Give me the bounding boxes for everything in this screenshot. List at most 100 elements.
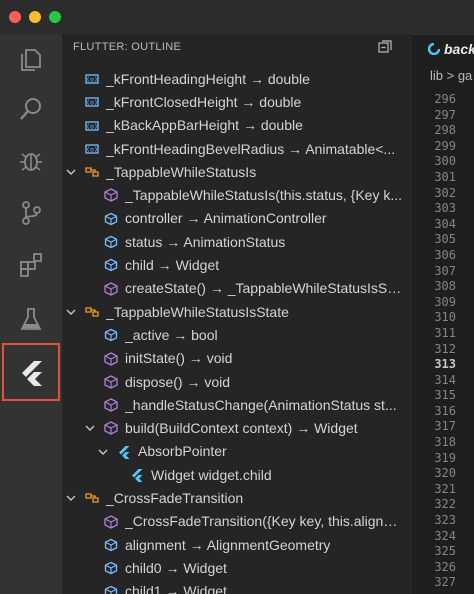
outline-item[interactable]: (o) _kFrontHeadingBevelRadius → Animatabl… bbox=[62, 137, 412, 160]
testing-button[interactable] bbox=[0, 293, 62, 345]
outline-item-label: child → Widget bbox=[125, 257, 220, 274]
field-icon: (o) bbox=[84, 71, 100, 87]
outline-item[interactable]: Widget widget.child bbox=[62, 463, 412, 486]
breadcrumb-text[interactable]: lib > ga bbox=[430, 68, 472, 83]
outline-item-label: AbsorbPointer bbox=[138, 443, 227, 460]
line-number: 304 bbox=[434, 216, 456, 231]
chevron-down-icon[interactable] bbox=[64, 165, 78, 179]
line-number: 302 bbox=[434, 185, 456, 200]
collapse-all-icon[interactable] bbox=[378, 40, 392, 54]
search-icon bbox=[20, 98, 41, 120]
breadcrumb: lib > ga bbox=[412, 64, 474, 88]
line-number: 319 bbox=[434, 450, 456, 465]
chevron-down-icon[interactable] bbox=[64, 491, 78, 505]
extensions-icon bbox=[20, 253, 42, 277]
debug-button[interactable] bbox=[0, 135, 62, 187]
outline-item-label: _kFrontHeadingBevelRadius → Animatable<.… bbox=[106, 140, 396, 157]
chevron-down-icon[interactable] bbox=[64, 305, 78, 319]
outline-item[interactable]: _TappableWhileStatusIs bbox=[62, 160, 412, 183]
outline-item[interactable]: _TappableWhileStatusIsState bbox=[62, 300, 412, 323]
line-number: 311 bbox=[434, 325, 456, 340]
method-icon bbox=[103, 397, 119, 413]
svg-text:(o): (o) bbox=[86, 76, 98, 84]
method-icon bbox=[103, 187, 119, 203]
maximize-window-button[interactable] bbox=[49, 11, 61, 23]
test-flask-icon bbox=[20, 308, 42, 330]
line-number: 321 bbox=[434, 481, 456, 496]
svg-text:(o): (o) bbox=[86, 99, 98, 107]
editor-tab[interactable]: back bbox=[412, 34, 474, 63]
sidebar-title: FLUTTER: OUTLINE bbox=[73, 41, 182, 53]
extensions-button[interactable] bbox=[0, 239, 62, 291]
line-number: 301 bbox=[434, 169, 456, 184]
outline-item-label: child0 → Widget bbox=[125, 559, 227, 576]
class-icon bbox=[84, 304, 100, 320]
files-icon bbox=[21, 49, 41, 71]
method-icon bbox=[103, 374, 119, 390]
outline-item[interactable]: (o) _kBackAppBarHeight → double bbox=[62, 114, 412, 137]
field-icon: (o) bbox=[84, 118, 100, 134]
outline-item[interactable]: build(BuildContext context) → Widget bbox=[62, 416, 412, 439]
outline-item[interactable]: controller → AnimationController bbox=[62, 207, 412, 230]
outline-item[interactable]: _TappableWhileStatusIs(this.status, {Key… bbox=[62, 183, 412, 206]
outline-item[interactable]: initState() → void bbox=[62, 347, 412, 370]
source-control-button[interactable] bbox=[0, 187, 62, 239]
property-icon bbox=[103, 560, 119, 576]
search-button[interactable] bbox=[0, 83, 62, 135]
source-control-icon bbox=[22, 201, 41, 225]
outline-item-label: _TappableWhileStatusIs(this.status, {Key… bbox=[125, 187, 403, 204]
activity-bar bbox=[0, 34, 62, 594]
outline-item[interactable]: _CrossFadeTransition bbox=[62, 486, 412, 509]
outline-item[interactable]: (o) _kFrontClosedHeight → double bbox=[62, 90, 412, 113]
outline-item-label: _kBackAppBarHeight → double bbox=[106, 117, 303, 134]
flutter-outline-button[interactable] bbox=[2, 343, 60, 401]
line-number: 309 bbox=[434, 294, 456, 309]
outline-item[interactable]: child → Widget bbox=[62, 253, 412, 276]
outline-tree: (o) _kFrontHeadingHeight → double (o) _kFro… bbox=[62, 67, 412, 594]
svg-text:(o): (o) bbox=[86, 145, 98, 153]
line-number: 298 bbox=[434, 123, 456, 138]
outline-item[interactable]: _CrossFadeTransition({Key key, this.alig… bbox=[62, 510, 412, 533]
outline-item[interactable]: (o) _kFrontHeadingHeight → double bbox=[62, 67, 412, 90]
outline-item-label: controller → AnimationController bbox=[125, 210, 327, 227]
line-number: 306 bbox=[434, 247, 456, 262]
outline-item[interactable]: createState() → _TappableWhileStatusIsSt… bbox=[62, 277, 412, 300]
line-number: 326 bbox=[434, 559, 456, 574]
outline-item-label: _handleStatusChange(AnimationStatus st..… bbox=[125, 396, 397, 413]
outline-item[interactable]: child1 → Widget bbox=[62, 580, 412, 594]
line-number: 300 bbox=[434, 154, 456, 169]
method-icon bbox=[103, 281, 119, 297]
line-number: 305 bbox=[434, 232, 456, 247]
explorer-button[interactable] bbox=[0, 34, 62, 86]
outline-item[interactable]: child0 → Widget bbox=[62, 556, 412, 579]
window-titlebar bbox=[0, 0, 474, 34]
line-number: 307 bbox=[434, 263, 456, 278]
property-icon bbox=[103, 234, 119, 250]
outline-item[interactable]: _handleStatusChange(AnimationStatus st..… bbox=[62, 393, 412, 416]
close-window-button[interactable] bbox=[9, 11, 21, 23]
outline-item[interactable]: _active → bool bbox=[62, 323, 412, 346]
outline-item[interactable]: status → AnimationStatus bbox=[62, 230, 412, 253]
minimize-window-button[interactable] bbox=[29, 11, 41, 23]
outline-item[interactable]: dispose() → void bbox=[62, 370, 412, 393]
outline-item[interactable]: alignment → AlignmentGeometry bbox=[62, 533, 412, 556]
outline-item-label: _kFrontClosedHeight → double bbox=[106, 93, 302, 110]
outline-item-label: Widget widget.child bbox=[151, 466, 272, 483]
flutter-widget-icon bbox=[116, 444, 132, 460]
line-number: 322 bbox=[434, 497, 456, 512]
sidebar-header: FLUTTER: OUTLINE bbox=[62, 34, 412, 62]
line-number: 315 bbox=[434, 388, 456, 403]
method-icon bbox=[103, 514, 119, 530]
line-number: 312 bbox=[434, 341, 456, 356]
outline-item-label: status → AnimationStatus bbox=[125, 233, 286, 250]
line-number: 308 bbox=[434, 279, 456, 294]
line-number: 327 bbox=[434, 575, 456, 590]
line-number-gutter: 296 297 298 299 300 301 302 303 304 305 306 307 308 3… bbox=[412, 92, 456, 591]
outline-item[interactable]: AbsorbPointer bbox=[62, 440, 412, 463]
property-icon bbox=[103, 211, 119, 227]
chevron-down-icon[interactable] bbox=[83, 421, 97, 435]
outline-item-label: initState() → void bbox=[125, 350, 233, 367]
property-icon bbox=[103, 257, 119, 273]
chevron-down-icon[interactable] bbox=[96, 445, 110, 459]
line-number: 317 bbox=[434, 419, 456, 434]
